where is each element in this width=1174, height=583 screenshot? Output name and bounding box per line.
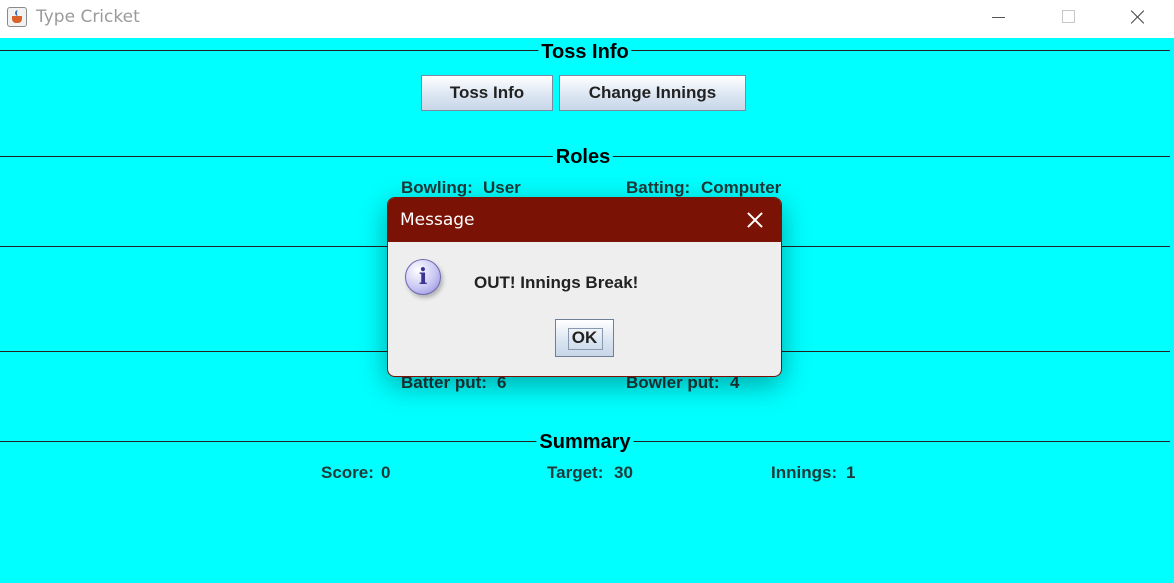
focus-ring xyxy=(568,328,603,350)
minimize-button[interactable] xyxy=(975,0,1021,34)
innings-label: Innings: xyxy=(771,463,838,482)
information-icon: i xyxy=(405,259,441,295)
batting-label: Batting: xyxy=(626,178,691,197)
ok-button[interactable]: OK xyxy=(555,319,614,357)
roles-section-title: Roles xyxy=(552,146,614,168)
score-label: Score: xyxy=(321,463,374,482)
maximize-icon xyxy=(1062,10,1075,23)
summary-section-title: Summary xyxy=(536,431,634,453)
target-value: 30 xyxy=(614,463,633,482)
dialog-close-button[interactable] xyxy=(740,206,770,234)
score-value: 0 xyxy=(381,463,391,482)
message-dialog: Message i OUT! Innings Break! OK xyxy=(387,197,782,377)
dialog-title: Message xyxy=(400,210,475,230)
bowling-value: User xyxy=(483,178,521,197)
innings-value: 1 xyxy=(846,463,856,482)
java-cup-icon[interactable] xyxy=(7,7,27,27)
toss-info-button[interactable]: Toss Info xyxy=(421,75,553,111)
window-titlebar: Type Cricket xyxy=(0,0,1174,36)
toss-section-title: Toss Info xyxy=(538,41,632,63)
dialog-message: OUT! Innings Break! xyxy=(474,273,639,292)
dialog-titlebar: Message xyxy=(388,198,781,242)
change-innings-button[interactable]: Change Innings xyxy=(559,75,746,111)
target-label: Target: xyxy=(547,463,604,482)
minimize-icon xyxy=(992,17,1005,18)
bowling-label: Bowling: xyxy=(401,178,473,197)
window-title: Type Cricket xyxy=(36,7,140,27)
batting-value: Computer xyxy=(701,178,782,197)
maximize-button[interactable] xyxy=(1045,0,1091,34)
close-window-button[interactable] xyxy=(1115,0,1161,34)
